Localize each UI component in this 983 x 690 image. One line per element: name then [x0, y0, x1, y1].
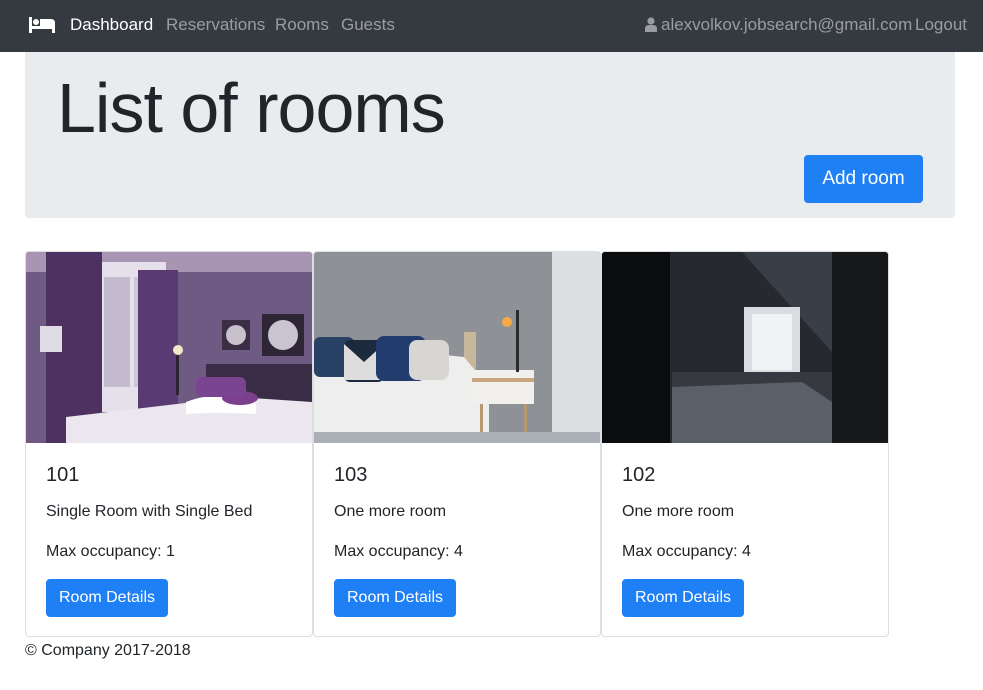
page-header: List of rooms Add room — [25, 52, 955, 218]
nav-guests[interactable]: Guests — [341, 15, 395, 35]
room-image — [26, 252, 312, 443]
room-number: 101 — [46, 464, 80, 486]
room-number: 103 — [334, 464, 368, 486]
room-description: One more room — [334, 503, 447, 520]
room-occupancy: Max occupancy: 4 — [622, 543, 751, 560]
nav-rooms[interactable]: Rooms — [275, 15, 329, 35]
room-details-button[interactable]: Room Details — [622, 579, 745, 617]
page-title: List of rooms — [57, 69, 446, 147]
room-details-button[interactable]: Room Details — [334, 579, 457, 617]
logout-link[interactable]: Logout — [915, 15, 967, 35]
top-navbar: Dashboard Reservations Rooms Guests alex… — [0, 0, 983, 52]
room-description: One more room — [622, 503, 735, 520]
nav-reservations[interactable]: Reservations — [166, 15, 265, 35]
room-image — [602, 252, 888, 443]
room-occupancy: Max occupancy: 4 — [334, 543, 463, 560]
room-occupancy: Max occupancy: 1 — [46, 543, 175, 560]
user-email-link[interactable]: alexvolkov.jobsearch@gmail.com — [661, 15, 912, 35]
room-details-button[interactable]: Room Details — [46, 579, 169, 617]
room-card: 102 One more room Max occupancy: 4 Room … — [601, 251, 889, 637]
room-number: 102 — [622, 464, 656, 486]
room-card: 103 One more room Max occupancy: 4 Room … — [313, 251, 601, 637]
room-card: 101 Single Room with Single Bed Max occu… — [25, 251, 313, 637]
room-description: Single Room with Single Bed — [46, 503, 253, 520]
room-image — [314, 252, 600, 443]
bed-icon[interactable] — [29, 17, 55, 33]
footer-copyright: © Company 2017-2018 — [25, 642, 191, 659]
user-icon — [645, 17, 657, 32]
nav-dashboard[interactable]: Dashboard — [70, 15, 153, 35]
add-room-button[interactable]: Add room — [804, 155, 923, 203]
